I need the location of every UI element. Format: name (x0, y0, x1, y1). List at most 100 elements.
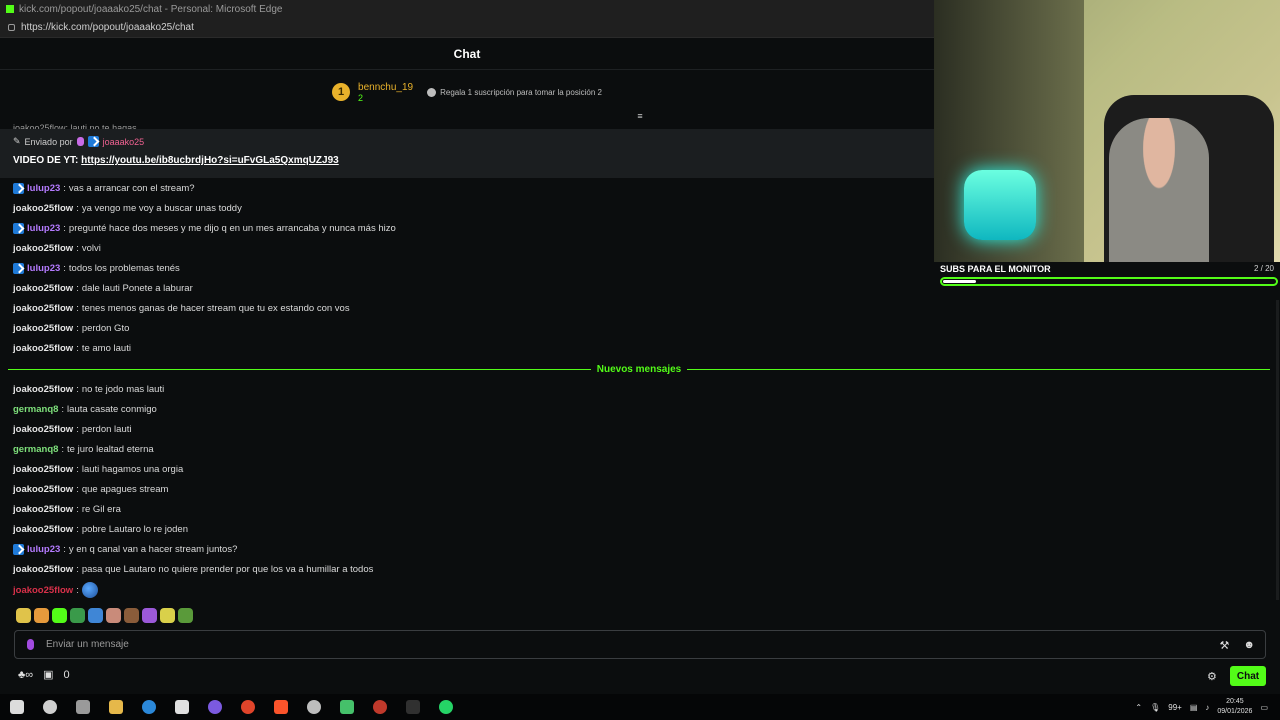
file-explorer-icon[interactable] (109, 700, 123, 714)
input-placeholder[interactable]: Enviar un mensaje (46, 639, 129, 650)
discord-icon[interactable] (208, 700, 222, 714)
verified-badge-icon (13, 544, 24, 555)
sub-goal-count: 2 / 20 (1253, 264, 1274, 273)
verified-badge-icon (87, 136, 99, 147)
clock-time: 20:45 (1226, 698, 1244, 705)
edge-icon[interactable] (142, 700, 156, 714)
microphone (964, 170, 1036, 240)
windows-start-icon[interactable] (10, 700, 24, 714)
epic-games-icon[interactable] (406, 700, 420, 714)
new-messages-divider: Nuevos mensajes (8, 362, 1270, 376)
message-username[interactable]: joakoo25flow (13, 464, 73, 475)
pinned-username[interactable]: joaaako25 (103, 137, 145, 147)
emote-10-icon[interactable] (178, 608, 193, 623)
chevron-up-icon[interactable]: ⌃ (1135, 703, 1142, 712)
emote-6-icon[interactable] (106, 608, 121, 623)
volume-icon[interactable]: ♪ (1205, 703, 1209, 712)
chat-message: joakoo25flow: re Gil era (13, 504, 121, 515)
kick-favicon-icon (6, 5, 14, 13)
message-username[interactable]: joakoo25flow (13, 343, 73, 354)
emote-picker-icon[interactable]: ⚒ (1220, 639, 1230, 652)
chrome-icon[interactable] (241, 700, 255, 714)
verified-badge-icon (13, 223, 24, 234)
send-chat-button[interactable]: Chat (1230, 666, 1266, 686)
microphone-icon[interactable]: 🎙 (1150, 703, 1160, 712)
pinned-link[interactable]: https://youtu.be/ib8ucbrdjHo?si=uFvGLa5Q… (81, 155, 339, 166)
message-username[interactable]: germanq8 (13, 404, 58, 415)
obs-icon[interactable] (373, 700, 387, 714)
app-icon[interactable] (340, 700, 354, 714)
emote-8-icon[interactable] (142, 608, 157, 623)
message-text: perdon lauti (81, 424, 132, 435)
message-username[interactable]: joakoo25flow (13, 585, 73, 596)
url-text[interactable]: https://kick.com/popout/joaaako25/chat (21, 22, 194, 33)
taskbar-clock[interactable]: 20:45 09/01/2026 (1217, 697, 1252, 717)
notification-center-icon[interactable]: ▭ (1260, 703, 1268, 712)
message-text: no te jodo mas lauti (81, 384, 165, 395)
emote-4-icon[interactable] (70, 608, 85, 623)
new-messages-label: Nuevos mensajes (596, 363, 682, 375)
notepad-icon[interactable] (175, 700, 189, 714)
message-username[interactable]: joakoo25flow (13, 484, 73, 495)
emote-7-icon[interactable] (124, 608, 139, 623)
chat-message: joakoo25flow: ya vengo me voy a buscar u… (13, 203, 242, 214)
collapse-pinned-icon[interactable]: ≡ (634, 112, 646, 121)
emote-2-icon[interactable] (34, 608, 49, 623)
smiley-icon[interactable]: ☻ (1243, 639, 1255, 652)
leaderboard-username[interactable]: bennchu_19 (358, 82, 413, 93)
emote-3-icon[interactable] (52, 608, 67, 623)
chat-message: lulup23: vas a arrancar con el stream? (13, 183, 195, 194)
message-username[interactable]: joakoo25flow (13, 384, 73, 395)
emote-1-icon[interactable] (16, 608, 31, 623)
chat-message: lulup23: todos los problemas tenés (13, 263, 180, 274)
message-text: que apagues stream (81, 484, 169, 495)
message-username[interactable]: joakoo25flow (13, 524, 73, 535)
message-username[interactable]: joakoo25flow (13, 504, 73, 515)
message-username[interactable]: joakoo25flow (13, 243, 73, 254)
chat-scrollbar[interactable] (1276, 300, 1279, 600)
message-username[interactable]: lulup23 (27, 544, 60, 555)
store-icon[interactable]: ▣ (43, 668, 53, 681)
message-username[interactable]: lulup23 (27, 183, 60, 194)
chat-message: joakoo25flow: perdon lauti (13, 424, 132, 435)
search-icon[interactable] (43, 700, 57, 714)
message-username[interactable]: joakoo25flow (13, 203, 73, 214)
chat-message: joakoo25flow: perdon Gto (13, 323, 130, 334)
address-bar[interactable]: https://kick.com/popout/joaaako25/chat (0, 18, 934, 38)
chat-message: joakoo25flow: te amo lauti (13, 343, 131, 354)
chat-message: joakoo25flow: volvi (13, 243, 101, 254)
network-icon[interactable]: ▤ (1190, 703, 1198, 712)
pinned-prefix: VIDEO DE YT: (13, 155, 79, 166)
message-username[interactable]: lulup23 (27, 223, 60, 234)
gift-sub-prompt[interactable]: Regala 1 suscripción para tomar la posic… (427, 87, 602, 97)
message-username[interactable]: joakoo25flow (13, 323, 73, 334)
message-text: tenes menos ganas de hacer stream que tu… (81, 303, 350, 314)
message-text: ya vengo me voy a buscar unas toddy (81, 203, 242, 214)
message-username[interactable]: joakoo25flow (13, 564, 73, 575)
message-username[interactable]: joakoo25flow (13, 303, 73, 314)
notification-badge[interactable]: 99+ (1168, 703, 1182, 712)
whatsapp-icon[interactable] (439, 700, 453, 714)
chat-message-input[interactable]: Enviar un mensaje ⚒ ☻ (14, 630, 1266, 659)
task-view-icon[interactable] (76, 700, 90, 714)
message-text: lauta casate conmigo (67, 404, 157, 415)
chat-message: joakoo25flow: que apagues stream (13, 484, 169, 495)
leaderboard-user[interactable]: bennchu_19 2 (358, 82, 413, 103)
emote-5-icon[interactable] (88, 608, 103, 623)
message-text: perdon Gto (81, 323, 130, 334)
verified-badge-icon (13, 263, 24, 274)
pinned-sent-by: Enviado por (24, 136, 73, 147)
settings-gear-icon[interactable]: ⚙ (1207, 670, 1217, 683)
chat-footer-left: ♣∞ ▣ 0 (18, 668, 70, 682)
brave-icon[interactable] (274, 700, 288, 714)
message-username[interactable]: joakoo25flow (13, 424, 73, 435)
message-text: pasa que Lautaro no quiere prender por q… (81, 564, 374, 575)
emote-9-icon[interactable] (160, 608, 175, 623)
sub-goal-progress-fill (943, 280, 977, 283)
message-text: y en q canal van a hacer stream juntos? (68, 544, 238, 555)
message-username[interactable]: joakoo25flow (13, 283, 73, 294)
message-username[interactable]: germanq8 (13, 444, 58, 455)
magnifier-icon[interactable] (307, 700, 321, 714)
message-username[interactable]: lulup23 (27, 263, 60, 274)
points-icon[interactable]: ♣∞ (18, 669, 33, 681)
